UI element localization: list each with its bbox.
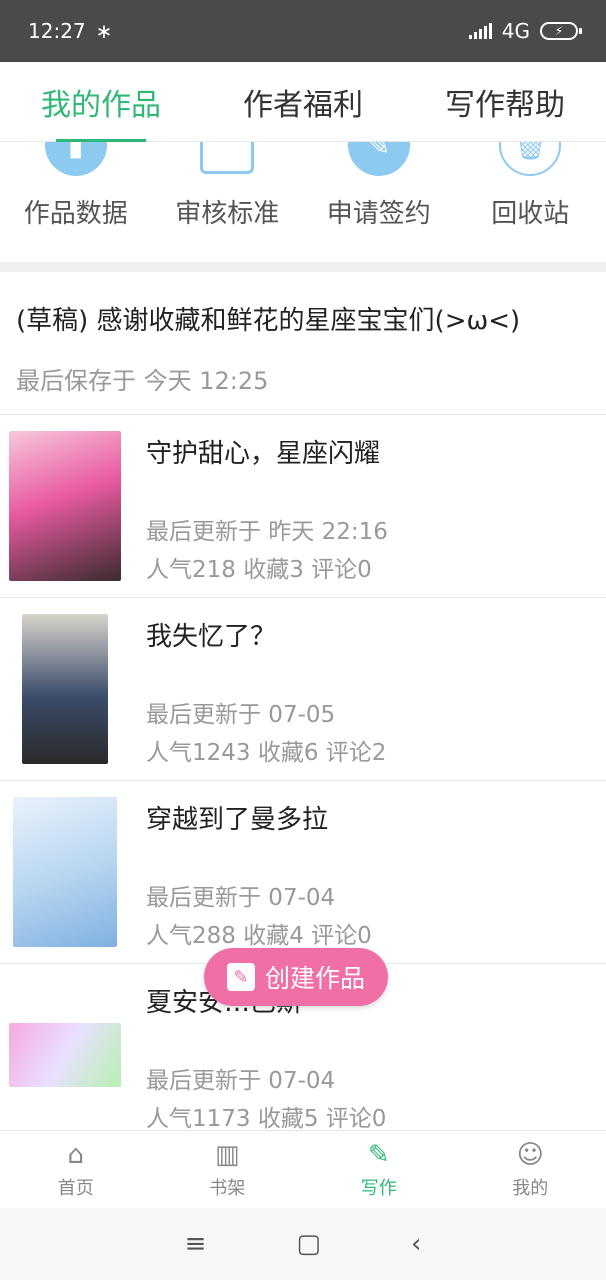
draft-saved-time: 最后保存于 今天 12:25 xyxy=(16,367,269,395)
work-item[interactable]: 穿越到了曼多拉 最后更新于 07-04 人气288 收藏4 评论0 xyxy=(0,781,606,964)
work-cover-image xyxy=(22,614,108,764)
quick-actions: ▮ 作品数据 ≡ 审核标准 ✎ 申请签约 🗑 回收站 xyxy=(0,142,606,262)
work-updated: 最后更新于 07-04 xyxy=(146,1068,336,1094)
work-stats: 人气1243 收藏6 评论2 xyxy=(146,740,387,766)
bottom-nav: ⌂ 首页 ▥ 书架 ✎ 写作 ☺ 我的 xyxy=(0,1130,606,1208)
work-updated: 最后更新于 昨天 22:16 xyxy=(146,519,388,545)
work-cover-image xyxy=(9,431,121,581)
create-work-label: 创建作品 xyxy=(264,964,365,993)
quick-action-recycle-bin[interactable]: 🗑 回收站 xyxy=(455,142,605,262)
sign-icon: ✎ xyxy=(347,142,410,176)
work-stats: 人气218 收藏3 评论0 xyxy=(146,557,372,583)
nav-label: 书架 xyxy=(209,1177,246,1199)
quick-action-label: 审核标准 xyxy=(175,199,280,229)
bookshelf-icon: ▥ xyxy=(214,1139,240,1170)
work-title: 我失忆了？ xyxy=(146,622,277,652)
status-right: 4G ⚡ xyxy=(468,19,582,43)
bluetooth-icon: ∗ xyxy=(95,19,113,43)
work-updated: 最后更新于 07-05 xyxy=(146,702,336,728)
home-square-icon[interactable]: ▢ xyxy=(296,1229,321,1259)
nav-write[interactable]: ✎ 写作 xyxy=(324,1131,434,1208)
work-item[interactable]: 守护甜心，星座闪耀 最后更新于 昨天 22:16 人气218 收藏3 评论0 xyxy=(0,415,606,598)
work-updated: 最后更新于 07-04 xyxy=(146,885,336,911)
status-bar: 12:27 ∗ 4G ⚡ xyxy=(0,0,606,62)
signal-icon xyxy=(468,23,492,39)
quick-action-apply-contract[interactable]: ✎ 申请签约 xyxy=(304,142,454,262)
pen-icon: ✎ xyxy=(367,1139,390,1170)
battery-icon: ⚡ xyxy=(540,22,582,40)
work-title: 守护甜心，星座闪耀 xyxy=(146,439,381,469)
tab-my-works[interactable]: 我的作品 xyxy=(41,62,161,142)
nav-label: 首页 xyxy=(57,1177,94,1199)
work-stats: 人气288 收藏4 评论0 xyxy=(146,923,372,949)
status-time: 12:27 xyxy=(28,19,86,43)
work-title: 穿越到了曼多拉 xyxy=(146,805,329,835)
nav-label: 写作 xyxy=(360,1177,397,1199)
pencil-icon: ✎ xyxy=(226,963,255,991)
document-stamp-icon: ≡ xyxy=(200,142,255,174)
nav-label: 我的 xyxy=(512,1177,549,1199)
home-icon: ⌂ xyxy=(67,1139,84,1170)
nav-bookshelf[interactable]: ▥ 书架 xyxy=(172,1131,282,1208)
tab-writing-help[interactable]: 写作帮助 xyxy=(445,62,565,142)
work-item[interactable]: 我失忆了？ 最后更新于 07-05 人气1243 收藏6 评论2 xyxy=(0,598,606,781)
system-nav-bar: ≡ ▢ ‹ xyxy=(0,1208,606,1280)
back-icon[interactable]: ‹ xyxy=(411,1229,421,1259)
quick-action-work-data[interactable]: ▮ 作品数据 xyxy=(1,142,151,262)
draft-title: (草稿) 感谢收藏和鲜花的星座宝宝们(>ω<) xyxy=(16,306,521,336)
tab-author-benefits[interactable]: 作者福利 xyxy=(243,62,363,142)
top-tabs: 我的作品 作者福利 写作帮助 xyxy=(0,62,606,142)
status-left: 12:27 ∗ xyxy=(28,19,112,43)
trash-icon: 🗑 xyxy=(499,142,562,176)
menu-icon[interactable]: ≡ xyxy=(185,1229,207,1259)
nav-profile[interactable]: ☺ 我的 xyxy=(475,1131,585,1208)
quick-action-label: 申请签约 xyxy=(326,199,431,229)
chart-icon: ▮ xyxy=(44,142,107,176)
quick-action-review-standards[interactable]: ≡ 审核标准 xyxy=(152,142,302,262)
draft-item[interactable]: (草稿) 感谢收藏和鲜花的星座宝宝们(>ω<) 最后保存于 今天 12:25 xyxy=(0,272,606,415)
section-divider xyxy=(0,262,606,272)
work-cover-image xyxy=(9,1023,121,1087)
work-cover-image xyxy=(13,797,117,947)
create-work-button[interactable]: ✎ 创建作品 xyxy=(204,948,388,1006)
quick-action-label: 作品数据 xyxy=(23,199,128,229)
user-icon: ☺ xyxy=(516,1139,544,1170)
network-type: 4G xyxy=(501,19,530,43)
nav-home[interactable]: ⌂ 首页 xyxy=(21,1131,131,1208)
quick-action-label: 回收站 xyxy=(491,199,570,229)
